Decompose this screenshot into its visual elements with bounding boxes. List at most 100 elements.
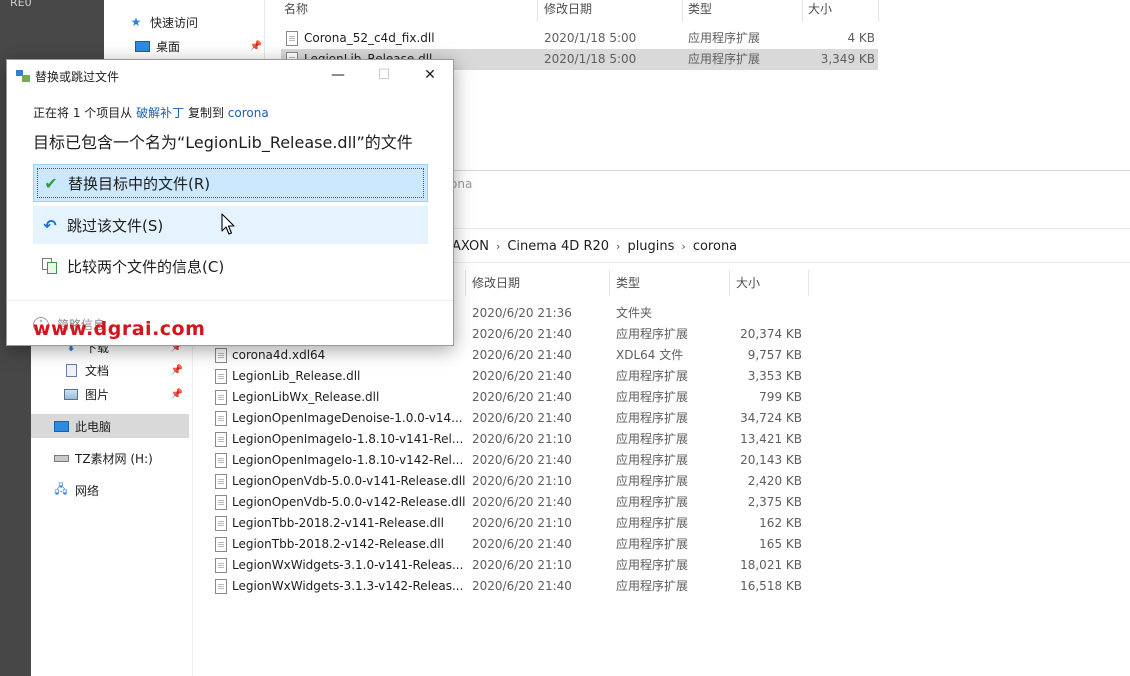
pin-icon: 📌 [170, 364, 183, 376]
breadcrumb-item[interactable]: Cinema 4D R20 [507, 239, 609, 254]
close-button[interactable]: ✕ [407, 60, 453, 90]
file-type: 应用程序扩展 [616, 369, 689, 383]
drive-icon [53, 451, 69, 465]
nav-label: 网络 [75, 483, 100, 498]
file-date: 2020/6/20 21:40 [472, 537, 572, 551]
file-name: LegionWxWidgets-3.1.3-v142-Releas... [232, 579, 464, 593]
file-size: 34,724 KB [740, 411, 802, 425]
file-name: LegionTbb-2018.2-v141-Release.dll [232, 516, 444, 530]
nav-item-documents[interactable]: 文档 📌 [31, 358, 189, 382]
column-header-size[interactable]: 大小 [736, 270, 760, 296]
file-row[interactable]: corona4d.xdl64 2020/6/20 21:40 XDL64 文件 9,7… [210, 345, 810, 366]
nav-item-quick-access[interactable]: ★ 快速访问 [128, 11, 198, 33]
file-row[interactable]: LegionOpenImageIo-1.8.10-v141-Rel... 2020… [210, 429, 810, 450]
file-date: 2020/1/18 5:00 [544, 31, 637, 45]
skip-arrow-icon: ↶ [43, 215, 57, 235]
file-type: 应用程序扩展 [616, 537, 689, 551]
network-icon: 🖧 [54, 481, 68, 496]
maximize-button: ☐ [377, 67, 391, 83]
column-separator[interactable] [808, 270, 809, 296]
file-name: LegionOpenImageDenoise-1.0.0-v14... [232, 411, 463, 425]
replace-option-button[interactable]: ✔ 替换目标中的文件(R) [33, 164, 428, 202]
column-header-date[interactable]: 修改日期 [472, 270, 520, 296]
file-type: 应用程序扩展 [616, 579, 689, 593]
file-size: 2,420 KB [747, 474, 802, 488]
column-separator[interactable] [465, 270, 466, 296]
nav-item-this-pc[interactable]: 此电脑 [31, 414, 189, 438]
file-icon [215, 474, 227, 489]
compare-icon [39, 256, 61, 276]
nav-item-desktop[interactable]: 桌面 📌 [134, 35, 262, 57]
file-size: 2,375 KB [747, 495, 802, 509]
file-date: 2020/6/20 21:40 [472, 348, 572, 362]
file-row[interactable]: LegionOpenVdb-5.0.0-v142-Release.dll 2020… [210, 492, 810, 513]
file-name: LegionLib_Release.dll [232, 369, 361, 383]
file-icon [215, 369, 227, 384]
breadcrumb-item[interactable]: plugins [627, 239, 674, 254]
file-date: 2020/6/20 21:10 [472, 474, 572, 488]
file-name: LegionOpenImageIo-1.8.10-v142-Rel... [232, 453, 464, 467]
column-header-type[interactable]: 类型 [688, 0, 712, 22]
column-separator[interactable] [878, 0, 879, 22]
file-row[interactable]: LegionTbb-2018.2-v142-Release.dll 2020/6/… [210, 534, 810, 555]
column-header-name[interactable]: 名称 [284, 0, 308, 22]
desktop-background-strip [0, 346, 31, 676]
file-type: 应用程序扩展 [616, 453, 689, 467]
file-date: 2020/6/20 21:10 [472, 558, 572, 572]
column-separator[interactable] [802, 0, 803, 22]
file-row[interactable]: LegionLibWx_Release.dll 2020/6/20 21:40 应用… [210, 387, 810, 408]
file-size: 16,518 KB [740, 579, 802, 593]
copy-dialog-icon [16, 70, 30, 82]
file-size: 799 KB [759, 390, 802, 404]
file-date: 2020/6/20 21:40 [472, 453, 572, 467]
nav-label: 桌面 [156, 39, 181, 54]
file-row[interactable]: LegionLib_Release.dll 2020/6/20 21:40 应用程序… [210, 366, 810, 387]
file-row[interactable]: LegionOpenImageDenoise-1.0.0-v14... 2020/… [210, 408, 810, 429]
file-size: 162 KB [759, 516, 802, 530]
breadcrumb-item[interactable]: corona [693, 239, 737, 254]
minimize-button[interactable]: — [315, 60, 361, 90]
breadcrumb-item[interactable]: AXON [452, 239, 489, 254]
file-row[interactable]: LegionOpenImageIo-1.8.10-v142-Rel... 2020… [210, 450, 810, 471]
column-header-size[interactable]: 大小 [808, 0, 832, 22]
file-date: 2020/1/18 5:00 [544, 52, 637, 66]
file-icon [215, 537, 227, 552]
file-icon [215, 411, 227, 426]
file-row[interactable]: LegionOpenVdb-5.0.0-v141-Release.dll 2020… [210, 471, 810, 492]
file-size: 18,021 KB [740, 558, 802, 572]
file-date: 2020/6/20 21:40 [472, 411, 572, 425]
breadcrumb[interactable]: AXON › Cinema 4D R20 › plugins › corona [452, 236, 737, 258]
column-separator[interactable] [682, 0, 683, 22]
column-separator[interactable] [609, 270, 610, 296]
file-icon [215, 453, 227, 468]
compare-option-button[interactable]: 比较两个文件的信息(C) [33, 247, 428, 285]
nav-item-network[interactable]: 🖧 网络 [31, 478, 189, 502]
file-row[interactable]: LegionWxWidgets-3.1.0-v141-Releas... 2020… [210, 555, 810, 576]
nav-item-drive-h[interactable]: TZ素材网 (H:) [31, 446, 189, 470]
file-row[interactable]: Corona_52_c4d_fix.dll 2020/1/18 5:00 应用程… [281, 28, 878, 49]
file-size: 3,349 KB [820, 52, 875, 66]
file-size: 9,757 KB [747, 348, 802, 362]
column-separator[interactable] [537, 0, 538, 22]
file-row[interactable]: LegionWxWidgets-3.1.3-v142-Releas... 2020… [210, 576, 810, 597]
mouse-cursor-icon [221, 213, 235, 235]
file-size: 20,143 KB [740, 453, 802, 467]
file-icon [215, 432, 227, 447]
file-date: 2020/6/20 21:10 [472, 432, 572, 446]
file-row[interactable]: LegionTbb-2018.2-v141-Release.dll 2020/6/… [210, 513, 810, 534]
file-size [726, 303, 802, 324]
column-header-type[interactable]: 类型 [616, 270, 640, 296]
close-icon: ✕ [424, 67, 436, 83]
file-name: LegionWxWidgets-3.1.0-v141-Releas... [232, 558, 464, 572]
source-folder-link[interactable]: 破解补丁 [136, 106, 184, 120]
destination-folder-link[interactable]: corona [228, 106, 269, 120]
file-type: 应用程序扩展 [616, 495, 689, 509]
column-separator[interactable] [729, 270, 730, 296]
document-icon [63, 363, 79, 377]
column-header-date[interactable]: 修改日期 [544, 0, 592, 22]
chevron-right-icon: › [495, 240, 501, 253]
file-type: 应用程序扩展 [688, 31, 761, 45]
file-size: 20,374 KB [740, 327, 802, 341]
file-icon [215, 390, 227, 405]
nav-item-pictures[interactable]: 图片 📌 [31, 382, 189, 406]
